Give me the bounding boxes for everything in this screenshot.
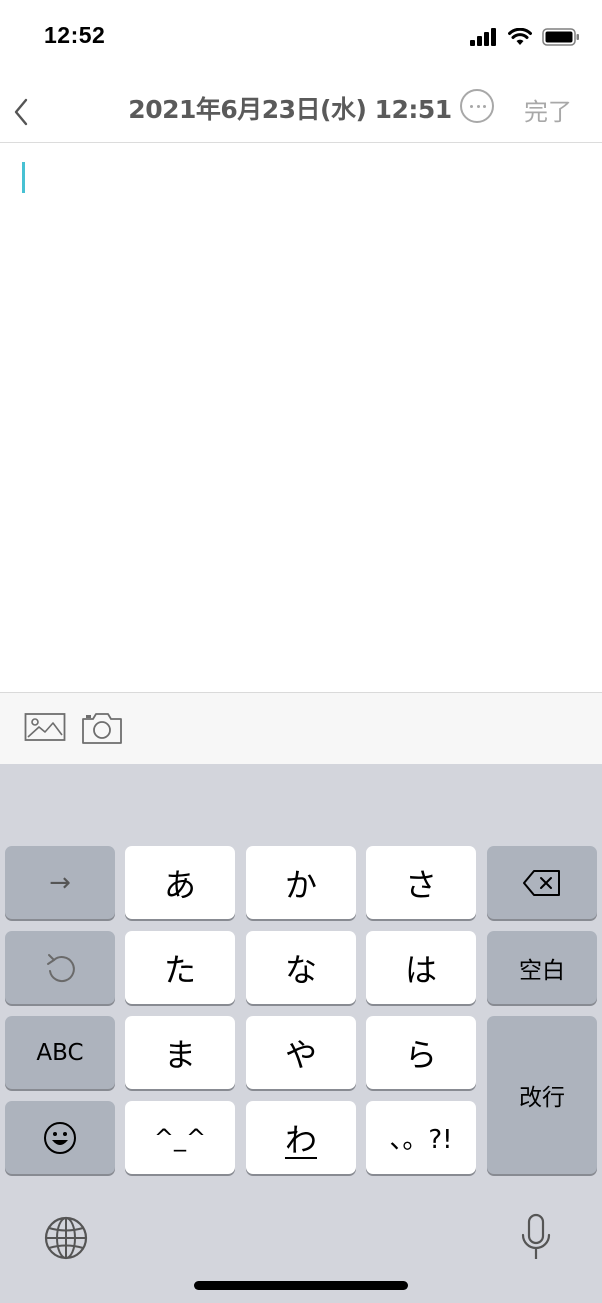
key-delete[interactable] [487, 846, 597, 919]
key-wa[interactable]: わ [246, 1101, 356, 1174]
nav-bar: 2021年6月23日(水) 12:51 完了 [0, 72, 602, 143]
key-enter[interactable]: 改行 [487, 1016, 597, 1174]
key-na[interactable]: な [246, 931, 356, 1004]
key-emoji[interactable] [5, 1101, 115, 1174]
battery-icon [542, 28, 579, 46]
keyboard: → あ か さ た な は 空白 ABC ま や ら 改行 ^_^ わ 、。?! [0, 764, 602, 1303]
undo-icon [47, 953, 75, 982]
more-icon[interactable] [460, 89, 494, 123]
wifi-icon [508, 28, 532, 45]
key-emoticon[interactable]: ^_^ [125, 1101, 235, 1174]
delete-icon [523, 869, 560, 896]
key-arrow-right[interactable]: → [5, 846, 115, 919]
signal-icon [470, 28, 496, 46]
status-time: 12:52 [44, 22, 106, 48]
key-sa[interactable]: さ [366, 846, 476, 919]
note-editor[interactable] [0, 143, 602, 692]
key-punctuation[interactable]: 、。?! [366, 1101, 476, 1174]
status-bar: 12:52 [0, 0, 602, 72]
image-icon[interactable] [24, 711, 66, 743]
key-space[interactable]: 空白 [487, 931, 597, 1004]
done-button[interactable]: 完了 [524, 92, 572, 127]
attachment-toolbar [0, 692, 602, 765]
mic-icon[interactable] [519, 1213, 553, 1263]
key-ya[interactable]: や [246, 1016, 356, 1089]
emoji-icon [44, 1121, 76, 1154]
key-wa-label: わ [284, 1120, 317, 1159]
key-ka[interactable]: か [246, 846, 356, 919]
key-ra[interactable]: ら [366, 1016, 476, 1089]
key-ta[interactable]: た [125, 931, 235, 1004]
key-arrow-label: → [49, 867, 71, 898]
status-icons [470, 26, 580, 48]
camera-icon[interactable] [80, 711, 124, 745]
home-indicator[interactable] [194, 1281, 408, 1290]
key-a[interactable]: あ [125, 846, 235, 919]
key-undo[interactable] [5, 931, 115, 1004]
key-ma[interactable]: ま [125, 1016, 235, 1089]
globe-icon[interactable] [44, 1216, 88, 1260]
key-abc[interactable]: ABC [5, 1016, 115, 1089]
key-ha[interactable]: は [366, 931, 476, 1004]
chevron-left-icon[interactable] [8, 92, 36, 128]
text-caret [22, 162, 25, 193]
page-title: 2021年6月23日(水) 12:51 [128, 95, 452, 124]
